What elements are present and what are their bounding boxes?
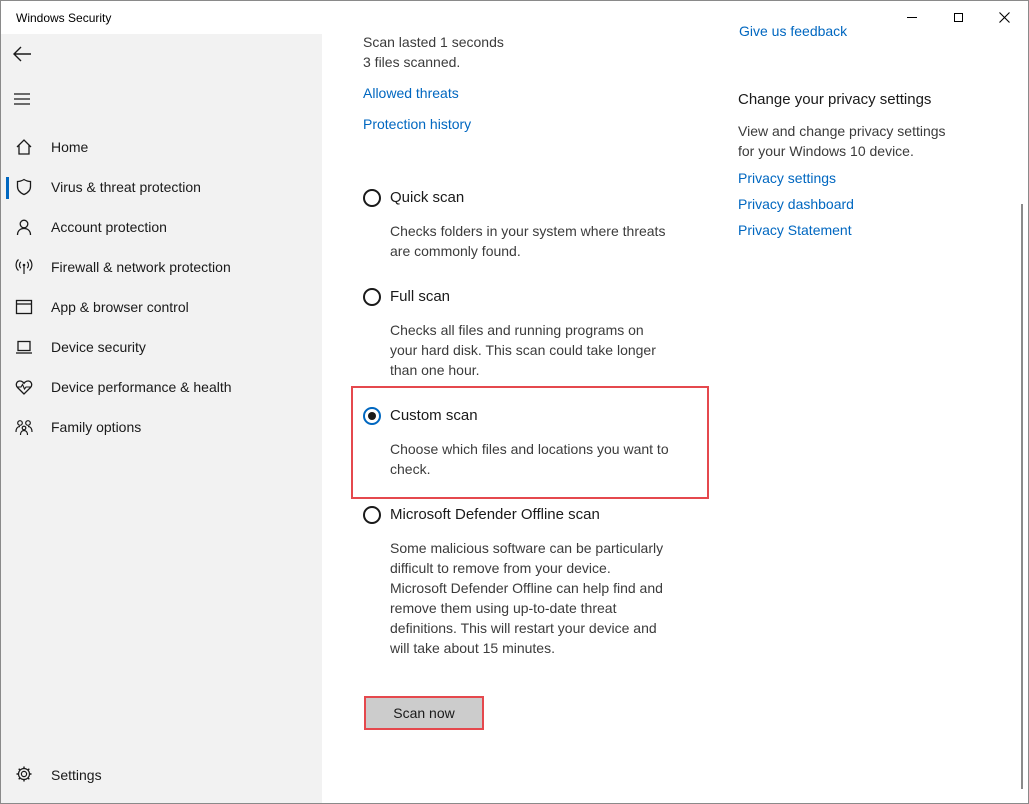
sidebar-item-label: Home <box>51 139 89 155</box>
minimize-icon <box>907 17 917 18</box>
sidebar-item-label: Family options <box>51 419 142 435</box>
sidebar-item-label: App & browser control <box>51 299 189 315</box>
description-line: Microsoft Defender Offline can help find… <box>390 580 663 596</box>
quick-scan-label[interactable]: Quick scan <box>390 189 464 206</box>
description-line: definitions. This will restart your devi… <box>390 620 657 636</box>
description-line: difficult to remove from your device. <box>390 560 611 576</box>
description-line: Checks all files and running programs on <box>390 322 644 338</box>
sidebar-item-firewall-network-protection[interactable]: Firewall & network protection <box>1 249 322 285</box>
description-line: are commonly found. <box>390 243 521 259</box>
sidebar-item-device-security[interactable]: Device security <box>1 329 322 365</box>
shield-icon <box>15 178 33 196</box>
custom-scan-radio[interactable] <box>363 407 381 425</box>
app-window-icon <box>15 298 33 316</box>
heart-pulse-icon <box>15 378 33 396</box>
description-line: check. <box>390 461 431 477</box>
sidebar-item-label: Account protection <box>51 219 167 235</box>
main-content: Scan lasted 1 seconds 3 files scanned. A… <box>322 23 1028 803</box>
sidebar-item-label: Firewall & network protection <box>51 259 231 275</box>
windows-security-window: Windows Security Home Virus & threat pro… <box>0 0 1029 804</box>
family-icon <box>15 418 33 436</box>
give-feedback-link[interactable]: Give us feedback <box>739 21 847 41</box>
scrollbar-thumb[interactable] <box>1021 204 1023 789</box>
privacy-statement-link[interactable]: Privacy Statement <box>738 220 852 240</box>
description-line: View and change privacy settings <box>738 123 946 139</box>
description-line: Some malicious software can be particula… <box>390 540 664 556</box>
description-line: than one hour. <box>390 362 480 378</box>
allowed-threats-link[interactable]: Allowed threats <box>363 83 459 103</box>
settings-label: Settings <box>51 767 102 783</box>
quick-scan-radio[interactable] <box>363 189 381 207</box>
laptop-icon <box>15 338 33 356</box>
sidebar-item-virus-threat-protection[interactable]: Virus & threat protection <box>1 169 322 205</box>
vertical-scrollbar[interactable] <box>1018 34 1028 803</box>
quick-scan-description: Checks folders in your system where thre… <box>390 221 665 261</box>
window-title: Windows Security <box>16 11 112 25</box>
close-button[interactable] <box>981 1 1027 34</box>
maximize-button[interactable] <box>935 1 981 34</box>
description-line: remove them using up-to-date threat <box>390 600 617 616</box>
offline-scan-radio[interactable] <box>363 506 381 524</box>
protection-history-link[interactable]: Protection history <box>363 114 471 134</box>
sidebar-item-home[interactable]: Home <box>1 129 322 165</box>
minimize-button[interactable] <box>889 1 935 34</box>
privacy-description: View and change privacy settings for you… <box>738 121 946 161</box>
full-scan-description: Checks all files and running programs on… <box>390 320 656 380</box>
privacy-dashboard-link[interactable]: Privacy dashboard <box>738 194 854 214</box>
sidebar-item-label: Virus & threat protection <box>51 179 201 195</box>
sidebar-item-settings[interactable]: Settings <box>1 756 322 792</box>
gear-icon <box>15 765 33 783</box>
close-icon <box>998 12 1010 23</box>
scan-duration-text: Scan lasted 1 seconds <box>363 34 504 50</box>
description-line: for your Windows 10 device. <box>738 143 914 159</box>
sidebar-item-account-protection[interactable]: Account protection <box>1 209 322 245</box>
hamburger-icon <box>14 93 30 105</box>
sidebar-item-label: Device security <box>51 339 146 355</box>
full-scan-radio[interactable] <box>363 288 381 306</box>
home-icon <box>15 138 33 156</box>
description-line: Checks folders in your system where thre… <box>390 223 666 239</box>
title-bar: Windows Security <box>1 1 1028 34</box>
custom-scan-label[interactable]: Custom scan <box>390 407 478 424</box>
privacy-settings-link[interactable]: Privacy settings <box>738 168 836 188</box>
back-button[interactable] <box>11 42 35 66</box>
sidebar-item-family-options[interactable]: Family options <box>1 409 322 445</box>
scan-now-button[interactable]: Scan now <box>364 696 484 730</box>
sidebar-item-label: Device performance & health <box>51 379 232 395</box>
description-line: Choose which files and locations you wan… <box>390 441 669 457</box>
offline-scan-label[interactable]: Microsoft Defender Offline scan <box>390 506 600 523</box>
sidebar-item-device-performance-health[interactable]: Device performance & health <box>1 369 322 405</box>
full-scan-label[interactable]: Full scan <box>390 288 450 305</box>
description-line: will take about 15 minutes. <box>390 640 555 656</box>
privacy-heading: Change your privacy settings <box>738 91 932 108</box>
maximize-icon <box>953 13 963 22</box>
wifi-antenna-icon <box>15 258 33 276</box>
sidebar: Home Virus & threat protection Account p… <box>1 34 322 803</box>
sidebar-item-app-browser-control[interactable]: App & browser control <box>1 289 322 325</box>
files-scanned-text: 3 files scanned. <box>363 54 461 70</box>
back-arrow-icon <box>13 46 31 62</box>
description-line: your hard disk. This scan could take lon… <box>390 342 656 358</box>
offline-scan-description: Some malicious software can be particula… <box>390 538 663 658</box>
custom-scan-description: Choose which files and locations you wan… <box>390 439 669 479</box>
person-icon <box>15 218 33 236</box>
menu-button[interactable] <box>13 91 33 107</box>
